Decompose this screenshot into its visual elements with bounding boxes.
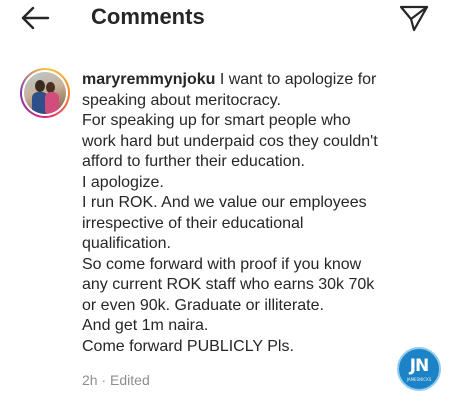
comment-body: maryremmynjoku I want to apologize for s… xyxy=(82,70,422,357)
watermark-logo-text: JN xyxy=(409,356,430,376)
watermark-logo-subtext: JAMESNICKS xyxy=(406,377,432,382)
story-ring[interactable] xyxy=(20,68,70,118)
comment-text: I want to apologize for speaking about m… xyxy=(82,71,378,355)
page-title: Comments xyxy=(91,4,205,29)
comment-username[interactable]: maryremmynjoku xyxy=(82,71,215,88)
watermark-logo: JN JAMESNICKS xyxy=(397,347,441,391)
comment-time: 2h xyxy=(82,372,98,388)
comment-meta: 2h · Edited xyxy=(82,371,150,389)
avatar xyxy=(24,72,66,114)
header-bar: Comments xyxy=(0,0,454,38)
meta-separator: · xyxy=(101,372,107,388)
paper-plane-icon xyxy=(399,5,429,32)
arrow-left-icon xyxy=(21,6,50,30)
back-button[interactable] xyxy=(20,4,50,32)
share-button[interactable] xyxy=(399,4,429,32)
edited-label: Edited xyxy=(110,372,150,388)
